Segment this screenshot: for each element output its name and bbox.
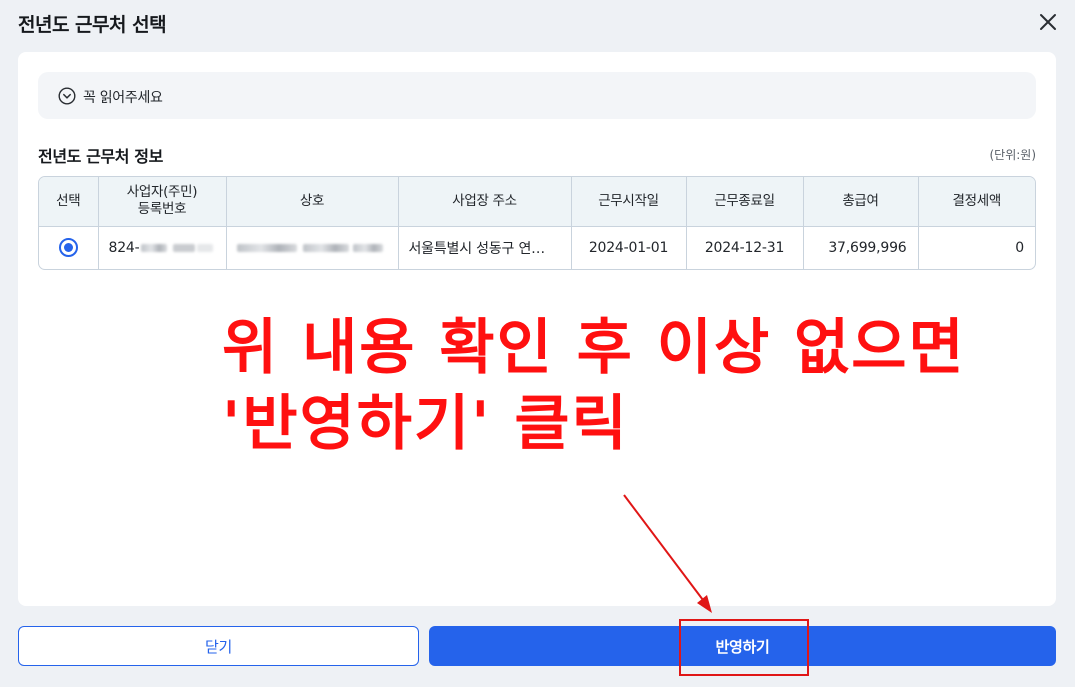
col-header-end-date: 근무종료일 — [686, 177, 804, 227]
total-salary-cell: 37,699,996 — [803, 226, 919, 269]
annotation-line-1: 위 내용 확인 후 이상 없으면 — [222, 313, 966, 383]
table-row[interactable]: 824- 서울특별시 성동구 연… 2024-01-01 2024-12-31 … — [39, 226, 1035, 269]
col-header-total-salary: 총급여 — [803, 177, 919, 227]
tax-cell: 0 — [1015, 239, 1024, 256]
col-header-tax: 결정세액 — [918, 177, 1035, 227]
start-date-cell: 2024-01-01 — [571, 226, 687, 269]
col-header-address: 사업장 주소 — [398, 177, 572, 227]
notice-toggle[interactable]: 꼭 읽어주세요 — [38, 72, 1036, 119]
col-header-start-date: 근무시작일 — [571, 177, 687, 227]
notice-label: 꼭 읽어주세요 — [83, 90, 163, 106]
table-header-row: 선택 사업자(주민) 등록번호 상호 사업장 주소 근무시작일 근무종료일 총급… — [39, 177, 1035, 227]
annotation-text: 위 내용 확인 후 이상 없으면 '반영하기' 클릭 — [222, 310, 966, 462]
section-title: 전년도 근무처 정보 — [38, 147, 163, 166]
reg-no-prefix: 824- — [108, 239, 140, 256]
annotation-line-2: '반영하기' 클릭 — [222, 389, 629, 459]
company-cell — [226, 226, 399, 269]
masked-company — [236, 240, 383, 256]
select-cell — [39, 226, 99, 269]
apply-button[interactable]: 반영하기 — [429, 626, 1056, 666]
col-header-reg-no-text: 사업자(주민) 등록번호 — [126, 184, 198, 218]
workplace-table: 선택 사업자(주민) 등록번호 상호 사업장 주소 근무시작일 근무종료일 총급… — [38, 176, 1036, 270]
close-icon — [1040, 14, 1056, 30]
chevron-down-circle-icon — [58, 87, 76, 105]
col-header-select: 선택 — [39, 177, 99, 227]
unit-label: (단위:원) — [989, 148, 1036, 162]
end-date-cell: 2024-12-31 — [686, 226, 804, 269]
col-header-reg-no: 사업자(주민) 등록번호 — [98, 177, 227, 227]
address-cell: 서울특별시 성동구 연… — [398, 226, 572, 269]
select-radio[interactable] — [58, 238, 78, 258]
col-header-company: 상호 — [226, 177, 399, 227]
masked-reg-no — [139, 240, 214, 256]
reg-no-cell: 824- — [98, 226, 227, 269]
close-footer-button[interactable]: 닫기 — [18, 626, 419, 666]
modal-header: 전년도 근무처 선택 — [0, 0, 1075, 48]
close-button[interactable] — [1034, 8, 1062, 36]
modal-title: 전년도 근무처 선택 — [18, 14, 167, 36]
